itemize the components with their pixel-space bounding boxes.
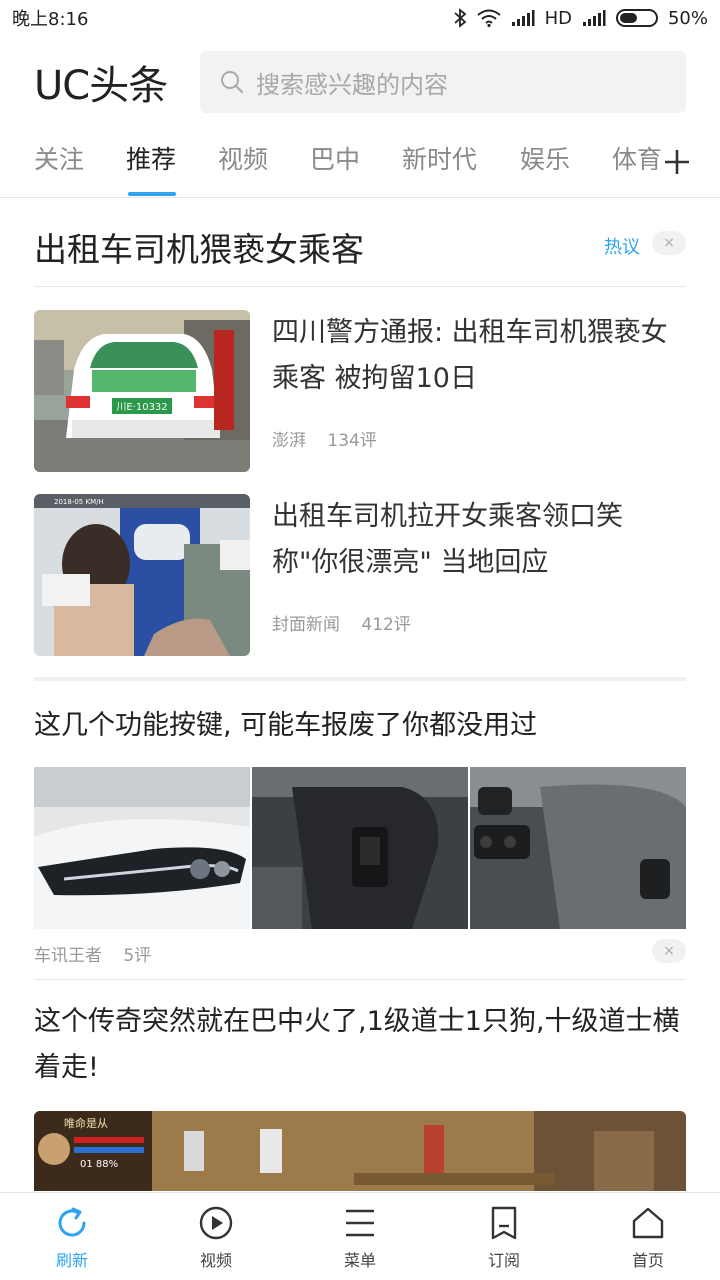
hot-tag-badge: 热议 (604, 237, 640, 258)
battery-percent: 50% (667, 7, 708, 29)
news-title[interactable]: 四川警方通报: 出租车司机猥亵女乘客 被拘留10日 (272, 310, 684, 402)
news-source: 封面新闻 (272, 615, 340, 635)
battery-icon (615, 9, 658, 27)
article-title[interactable]: 这个传奇突然就在巴中火了,1级道士1只狗,十级道士横着走! (34, 999, 686, 1091)
game-player-name: 唯命是从 (64, 1116, 108, 1130)
dismiss-button[interactable]: × (652, 231, 686, 255)
tab-entertainment[interactable]: 娱乐 (520, 140, 570, 176)
tab-sports[interactable]: 体育 (612, 140, 662, 176)
comment-count: 134评 (327, 431, 377, 451)
play-icon (199, 1206, 233, 1240)
article-source: 车讯王者 (34, 946, 102, 966)
article-image[interactable]: 唯命是从 01 88% (34, 1111, 686, 1191)
news-item[interactable]: 川E·10332 四川警方通报: 出租车司机猥亵女乘客 被拘留10日 澎湃 13… (34, 310, 686, 472)
hot-topic-title[interactable]: 出租车司机猥亵女乘客 (34, 223, 364, 271)
news-source: 澎湃 (272, 431, 306, 451)
header: UC头条 搜索感兴趣的内容 (0, 44, 720, 120)
refresh-icon (58, 1207, 86, 1237)
news-item[interactable]: 2018-05 KM/H 出租车司机拉开女乘客领口笑称"你很漂亮" 当地回应 封… (34, 494, 686, 656)
add-channel-button[interactable] (656, 128, 720, 196)
home-icon (632, 1207, 664, 1239)
plus-icon (665, 150, 689, 174)
comment-count: 5评 (123, 946, 152, 966)
news-thumbnail: 2018-05 KM/H (34, 494, 250, 656)
article-image (34, 767, 250, 929)
bookmark-icon (491, 1206, 517, 1240)
nav-label: 刷新 (55, 1251, 88, 1270)
network-type: HD (544, 7, 572, 29)
news-title[interactable]: 出租车司机拉开女乘客领口笑称"你很漂亮" 当地回应 (272, 494, 684, 586)
hot-topic-header[interactable]: 出租车司机猥亵女乘客 热议 × (34, 219, 686, 287)
nav-label: 订阅 (487, 1251, 520, 1270)
app-logo: UC头条 (34, 63, 168, 109)
status-icons: HD 50% (453, 8, 708, 29)
article-title[interactable]: 这几个功能按键, 可能车报废了你都没用过 (34, 703, 686, 749)
signal-icon-2 (582, 10, 606, 26)
news-thumbnail: 川E·10332 (34, 310, 250, 472)
article-image (252, 767, 468, 929)
license-plate: 川E·10332 (116, 402, 167, 413)
tab-new-era[interactable]: 新时代 (402, 140, 477, 176)
signal-icon (511, 10, 535, 26)
video-overlay-text: 2018-05 KM/H (54, 498, 104, 506)
bottom-nav: 刷新 视频 菜单 订阅 首页 (0, 1192, 720, 1280)
nav-label: 首页 (631, 1251, 664, 1270)
search-input[interactable]: 搜索感兴趣的内容 (200, 51, 686, 113)
game-hud-stats: 01 88% (80, 1159, 118, 1170)
tab-bazhong[interactable]: 巴中 (310, 140, 360, 176)
menu-icon (346, 1209, 374, 1237)
tab-recommend[interactable]: 推荐 (126, 140, 176, 176)
nav-menu[interactable]: 菜单 (288, 1193, 432, 1280)
article-image-row[interactable] (34, 767, 686, 929)
channel-tabs: 关注 推荐 视频 巴中 新时代 娱乐 体育 (0, 128, 720, 198)
bluetooth-icon (453, 8, 466, 28)
search-icon (221, 71, 244, 94)
comment-count: 412评 (361, 615, 411, 635)
section-divider (34, 677, 686, 681)
tab-video[interactable]: 视频 (218, 140, 268, 176)
status-time: 晚上8:16 (12, 9, 89, 30)
nav-subscribe[interactable]: 订阅 (432, 1193, 576, 1280)
nav-video[interactable]: 视频 (144, 1193, 288, 1280)
article-meta: 车讯王者 5评 (34, 941, 167, 966)
news-meta: 澎湃 134评 (272, 426, 393, 451)
wifi-icon (476, 9, 501, 27)
tab-follow[interactable]: 关注 (34, 140, 84, 176)
item-divider (34, 979, 686, 980)
search-placeholder: 搜索感兴趣的内容 (256, 70, 448, 99)
nav-refresh[interactable]: 刷新 (0, 1193, 144, 1280)
news-feed[interactable]: 出租车司机猥亵女乘客 热议 × 川E·10332 四川警方通报: 出租车司机猥亵… (0, 199, 720, 1191)
nav-label: 视频 (199, 1251, 232, 1270)
nav-label: 菜单 (343, 1251, 376, 1270)
active-tab-indicator (128, 192, 176, 196)
nav-home[interactable]: 首页 (576, 1193, 720, 1280)
news-meta: 封面新闻 412评 (272, 610, 427, 635)
dismiss-button[interactable]: × (652, 939, 686, 963)
status-bar: 晚上8:16 HD 50% (0, 0, 720, 36)
article-image (470, 767, 686, 929)
